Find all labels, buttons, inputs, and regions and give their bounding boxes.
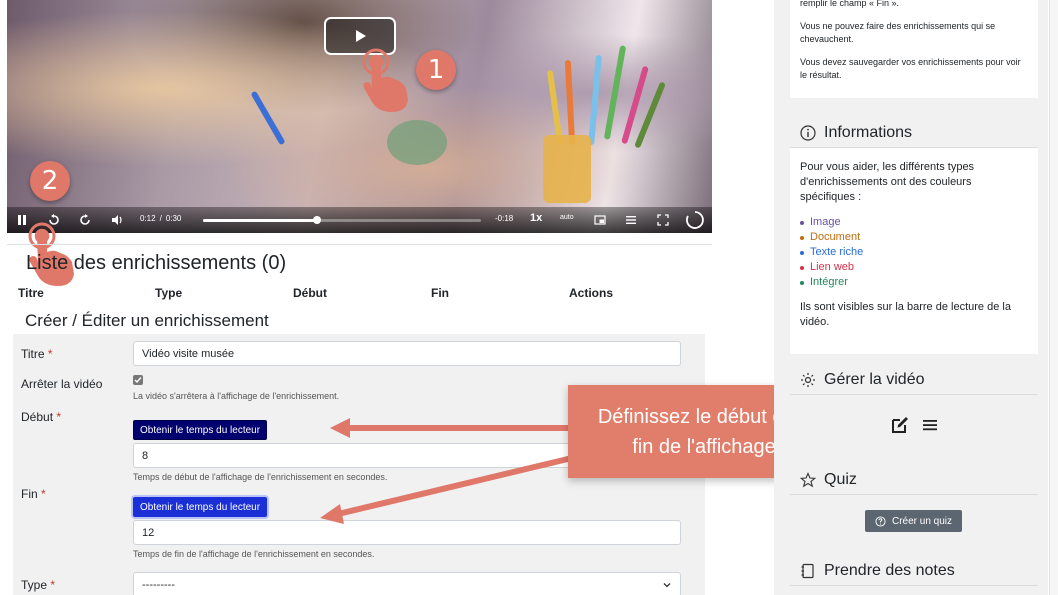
- divider: [790, 394, 1038, 395]
- help-text-1: remplir le champ « Fin ».: [800, 0, 900, 8]
- legend-item: Lien web: [800, 260, 1028, 275]
- help-text-3: Vous devez sauvegarder vos enrichissemen…: [800, 57, 1021, 80]
- progress-fill: [203, 219, 317, 222]
- video-control-bar: 0:12 / 0:30 -0:18 1x auto: [7, 207, 712, 233]
- legend-item: Intégrer: [800, 275, 1028, 290]
- question-circle-icon: [875, 515, 886, 527]
- informations-title: Informations: [824, 124, 913, 141]
- informations-heading: Informations: [800, 124, 912, 142]
- volume-icon: [112, 215, 122, 225]
- type-select[interactable]: ---------: [133, 572, 681, 595]
- quality-button[interactable]: auto: [560, 214, 574, 221]
- title-label: Titre *: [21, 347, 53, 361]
- help-text-2: Vous ne pouvez faire des enrichissements…: [800, 21, 996, 44]
- informations-card: Pour vous aider, les différents types d'…: [790, 148, 1038, 354]
- notes-heading: Prendre des notes: [800, 562, 955, 580]
- start-label: Début *: [21, 410, 62, 424]
- legend-label: Image: [810, 216, 841, 228]
- quiz-heading: Quiz: [800, 471, 857, 489]
- type-select-value: ---------: [142, 578, 175, 591]
- remaining-time: -0:18: [495, 214, 514, 223]
- enrichment-type-legend: Image Document Texte riche Lien web Inté…: [800, 215, 1028, 290]
- column-header-end: Fin: [431, 286, 449, 300]
- callout-arrows: [320, 418, 573, 524]
- legend-item: Texte riche: [800, 245, 1028, 260]
- legend-item: Image: [800, 215, 1028, 230]
- column-header-type: Type: [155, 286, 183, 300]
- create-quiz-button[interactable]: Créer un quiz: [865, 510, 962, 532]
- info-icon: [800, 125, 816, 141]
- create-quiz-label: Créer un quiz: [891, 515, 953, 527]
- player-logo: [685, 210, 705, 230]
- notes-title: Prendre des notes: [824, 562, 955, 579]
- divider: [790, 494, 1038, 495]
- star-icon: [800, 472, 816, 488]
- progress-knob[interactable]: [312, 216, 321, 224]
- time-display: 0:12 / 0:30: [140, 214, 181, 223]
- help-card: remplir le champ « Fin ». Vous ne pouvez…: [790, 0, 1038, 98]
- informations-intro: Pour vous aider, les différents types d'…: [800, 161, 975, 203]
- stop-video-checkbox[interactable]: [133, 375, 143, 385]
- legend-dot: [800, 280, 804, 285]
- duration: 0:30: [165, 214, 182, 223]
- step-marker-2: 2: [30, 161, 70, 201]
- column-header-title: Titre: [18, 286, 44, 300]
- notebook-icon: [801, 563, 814, 579]
- legend-label: Document: [810, 231, 861, 243]
- list-icon: [626, 216, 636, 224]
- title-input[interactable]: Vidéo visite musée: [133, 341, 681, 366]
- legend-dot: [800, 220, 804, 225]
- get-start-time-button[interactable]: Obtenir le temps du lecteur: [133, 420, 268, 440]
- fullscreen-button[interactable]: [657, 214, 669, 226]
- quiz-title: Quiz: [824, 471, 857, 488]
- menu-icon[interactable]: [920, 415, 940, 435]
- divider: [7, 244, 712, 245]
- volume-button[interactable]: [111, 214, 123, 226]
- sidebar: remplir le champ « Fin ». Vous ne pouvez…: [774, 0, 1048, 595]
- playback-speed-button[interactable]: 1x: [530, 212, 542, 224]
- stop-video-label: Arrêter la vidéo: [21, 377, 103, 391]
- get-end-time-button[interactable]: Obtenir le temps du lecteur: [133, 497, 268, 517]
- end-help: Temps de fin de l'affichage de l'enrichi…: [133, 549, 375, 559]
- pip-button[interactable]: [594, 214, 606, 226]
- step-marker-1: 1: [416, 50, 456, 90]
- tap-hand-icon: [362, 48, 408, 112]
- progress-bar[interactable]: [203, 216, 481, 224]
- enrichment-list-title: Liste des enrichissements (0): [26, 252, 287, 274]
- chapters-button[interactable]: [625, 214, 637, 226]
- legend-dot: [800, 265, 804, 270]
- divider: [790, 585, 1038, 586]
- check-icon: [134, 377, 142, 384]
- player-logo-icon: [686, 211, 704, 229]
- chevron-down-icon: [663, 583, 671, 588]
- informations-outro: Ils sont visibles sur la barre de lectur…: [800, 301, 1011, 328]
- type-label: Type *: [21, 578, 56, 592]
- end-label: Fin *: [21, 487, 46, 501]
- legend-item: Document: [800, 230, 1028, 245]
- manage-video-title: Gérer la vidéo: [824, 371, 925, 388]
- legend-dot: [800, 250, 804, 255]
- video-player[interactable]: 0:12 / 0:30 -0:18 1x auto: [7, 0, 712, 233]
- legend-label: Intégrer: [810, 276, 848, 288]
- legend-dot: [800, 235, 804, 240]
- manage-video-heading: Gérer la vidéo: [800, 371, 925, 389]
- form-title: Créer / Éditer un enrichissement: [25, 311, 269, 330]
- column-header-actions: Actions: [569, 286, 614, 300]
- legend-label: Lien web: [810, 261, 855, 273]
- scrollbar[interactable]: [1049, 0, 1058, 595]
- column-header-start: Début: [293, 286, 327, 300]
- legend-label: Texte riche: [810, 246, 864, 258]
- page: 0:12 / 0:30 -0:18 1x auto 1 2 Liste des …: [0, 0, 1058, 595]
- gear-icon: [801, 373, 815, 387]
- edit-icon[interactable]: [890, 415, 910, 435]
- play-icon: [356, 30, 366, 42]
- current-time: 0:12: [140, 214, 156, 223]
- time-separator: /: [159, 214, 162, 223]
- picture-in-picture-icon: [594, 215, 606, 225]
- fullscreen-icon: [657, 214, 669, 226]
